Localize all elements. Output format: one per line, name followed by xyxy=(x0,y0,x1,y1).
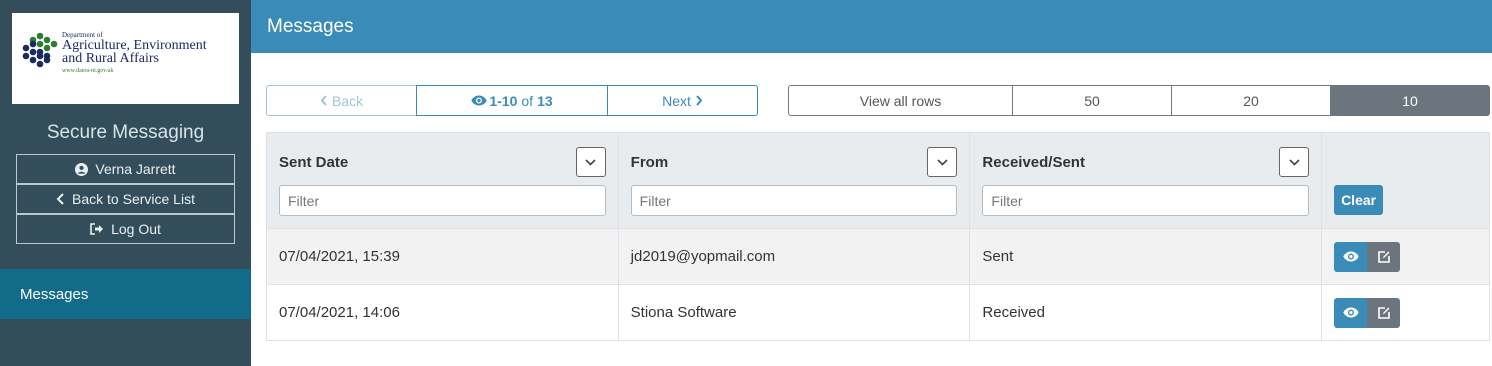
chevron-right-icon xyxy=(696,95,703,106)
logo-text: Department of Agriculture, Environment a… xyxy=(62,31,207,74)
previous-page-button[interactable]: Back xyxy=(266,85,417,116)
table-row: 07/04/2021, 15:39 jd2019@yopmail.com Sen… xyxy=(266,228,1490,285)
logo-url: www.daera-ni.gov.uk xyxy=(62,68,114,74)
edit-icon xyxy=(1377,306,1390,319)
eye-icon xyxy=(1342,307,1359,318)
column-header-received-sent: Received/Sent xyxy=(969,132,1323,229)
chevron-down-icon xyxy=(585,158,596,166)
sent-date-filter-input[interactable] xyxy=(279,185,606,216)
page-header: Messages xyxy=(251,0,1492,53)
column-title: Received/Sent xyxy=(982,154,1085,171)
daera-logo: Department of Agriculture, Environment a… xyxy=(12,13,239,104)
page-range: 1-10 xyxy=(489,92,518,109)
sent-date-cell: 07/04/2021, 15:39 xyxy=(266,228,619,285)
page-title: Messages xyxy=(267,15,354,37)
logo-line2: and Rural Affairs xyxy=(62,51,159,66)
back-to-service-list-label: Back to Service List xyxy=(72,191,195,207)
next-page-button[interactable]: Next xyxy=(607,85,758,116)
edit-message-button[interactable] xyxy=(1367,297,1401,328)
sent-date-cell: 07/04/2021, 14:06 xyxy=(266,284,619,341)
sidebar-item-messages[interactable]: Messages xyxy=(0,269,251,319)
of-label: of xyxy=(521,92,534,109)
column-header-actions: Clear xyxy=(1321,132,1490,229)
row-actions xyxy=(1334,241,1477,272)
column-title: Sent Date xyxy=(279,154,349,171)
view-message-button[interactable] xyxy=(1334,297,1368,328)
rows-option-50[interactable]: 50 xyxy=(1012,85,1172,116)
edit-icon xyxy=(1377,250,1390,263)
table-row: 07/04/2021, 14:06 Stiona Software Receiv… xyxy=(266,284,1490,341)
rows-option-all[interactable]: View all rows xyxy=(788,85,1013,116)
edit-message-button[interactable] xyxy=(1367,241,1401,272)
sidebar-item-label: Messages xyxy=(20,285,89,303)
clear-filters-button[interactable]: Clear xyxy=(1334,185,1384,215)
from-cell: jd2019@yopmail.com xyxy=(617,228,971,285)
row-actions xyxy=(1334,297,1477,328)
sort-dropdown-button[interactable] xyxy=(927,147,958,177)
user-name: Verna Jarrett xyxy=(95,161,176,177)
total-count: 13 xyxy=(537,92,553,109)
rows-option-10[interactable]: 10 xyxy=(1330,85,1490,116)
user-circle-icon xyxy=(75,162,89,176)
eye-icon xyxy=(471,95,488,106)
from-filter-input[interactable] xyxy=(630,185,958,216)
sort-dropdown-button[interactable] xyxy=(1279,147,1310,177)
back-to-service-list-button[interactable]: Back to Service List xyxy=(16,184,235,214)
received-sent-cell: Sent xyxy=(969,228,1323,285)
chevron-down-icon xyxy=(937,158,948,166)
actions-cell xyxy=(1321,228,1490,285)
chevron-down-icon xyxy=(1289,158,1300,166)
next-page-label: Next xyxy=(662,92,691,109)
logout-label: Log Out xyxy=(111,221,161,237)
rows-per-page-selector: View all rows 50 20 10 xyxy=(788,85,1490,116)
eye-icon xyxy=(1342,251,1359,262)
actions-cell xyxy=(1321,284,1490,341)
column-header-from: From xyxy=(617,132,971,229)
rows-option-20[interactable]: 20 xyxy=(1171,85,1331,116)
logout-button[interactable]: Log Out xyxy=(16,214,235,244)
column-title: From xyxy=(630,154,669,171)
page-range-indicator: 1-10 of 13 xyxy=(416,85,608,116)
messages-table: Sent Date From Received/Sent xyxy=(266,132,1490,341)
user-button[interactable]: Verna Jarrett xyxy=(16,154,235,184)
received-sent-cell: Received xyxy=(969,284,1323,341)
chevron-left-icon xyxy=(320,95,327,106)
received-sent-filter-input[interactable] xyxy=(982,185,1310,216)
column-header-sent-date: Sent Date xyxy=(266,132,619,229)
sign-out-icon xyxy=(90,223,104,235)
sidebar: Department of Agriculture, Environment a… xyxy=(0,0,251,366)
hexagon-logo-icon xyxy=(22,32,58,68)
sort-dropdown-button[interactable] xyxy=(575,147,606,177)
from-cell: Stiona Software xyxy=(617,284,971,341)
app-title: Secure Messaging xyxy=(46,122,205,143)
view-message-button[interactable] xyxy=(1334,241,1368,272)
pagination: Back 1-10 of 13 Next xyxy=(266,85,758,116)
previous-page-label: Back xyxy=(331,92,364,109)
chevron-left-icon xyxy=(56,193,64,205)
